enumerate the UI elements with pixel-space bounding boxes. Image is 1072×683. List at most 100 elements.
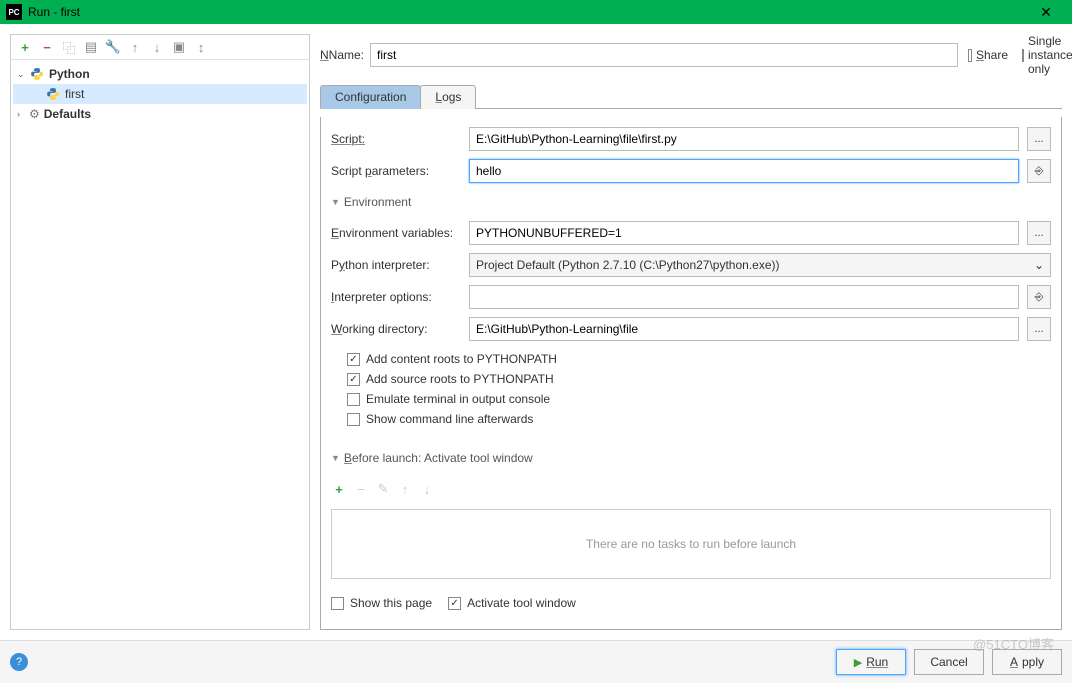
close-icon[interactable]: ✕ xyxy=(1026,0,1066,24)
config-tree: ⌄ Python first › ⚙ Defaults xyxy=(11,60,309,629)
chevron-right-icon[interactable]: › xyxy=(17,109,29,119)
interpreter-select[interactable]: Project Default (Python 2.7.10 (C:\Pytho… xyxy=(469,253,1051,277)
run-button[interactable]: ▶ Run xyxy=(836,649,906,675)
dropdown-icon: ⌄ xyxy=(1034,258,1044,272)
checkbox-icon xyxy=(331,597,344,610)
script-params-label: Script parameters: xyxy=(331,164,461,178)
browse-script-button[interactable]: ... xyxy=(1027,127,1051,151)
play-icon: ▶ xyxy=(854,656,862,669)
tree-label: Python xyxy=(49,67,90,81)
help-button[interactable]: ? xyxy=(10,653,28,671)
checkbox-icon: ✓ xyxy=(347,373,360,386)
edit-task-icon[interactable]: ✎ xyxy=(375,481,391,497)
titlebar: PC Run - first ✕ xyxy=(0,0,1072,24)
environment-section[interactable]: ▼ Environment xyxy=(331,191,1051,213)
tab-logs[interactable]: Logs xyxy=(420,85,476,109)
browse-env-button[interactable]: ... xyxy=(1027,221,1051,245)
collapse-arrow-icon: ▼ xyxy=(331,453,340,463)
left-toolbar: + − ⿻ ▤ 🔧 ↑ ↓ ▣ ↕ xyxy=(11,35,309,60)
env-vars-label: Environment variables: xyxy=(331,226,461,240)
empty-text: There are no tasks to run before launch xyxy=(586,537,796,551)
tasks-empty-box: There are no tasks to run before launch xyxy=(331,509,1051,579)
single-instance-label: Single instance only xyxy=(1028,34,1072,76)
apply-button[interactable]: Apply xyxy=(992,649,1062,675)
checkbox-icon xyxy=(347,393,360,406)
copy-icon[interactable]: ⿻ xyxy=(61,39,77,55)
window-title: Run - first xyxy=(28,5,80,19)
checkbox-icon: ✓ xyxy=(448,597,461,610)
emulate-terminal-label: Emulate terminal in output console xyxy=(366,392,550,406)
interpreter-value: Project Default (Python 2.7.10 (C:\Pytho… xyxy=(476,258,780,272)
remove-task-icon[interactable]: − xyxy=(353,481,369,497)
source-roots-checkbox[interactable]: ✓ Add source roots to PYTHONPATH xyxy=(347,369,1051,389)
launch-toolbar: + − ✎ ↑ ↓ xyxy=(331,477,1051,501)
save-icon[interactable]: ▤ xyxy=(83,39,99,55)
up-icon[interactable]: ↑ xyxy=(127,39,143,55)
activate-window-checkbox[interactable]: ✓ Activate tool window xyxy=(448,593,576,613)
tree-label: first xyxy=(65,87,84,101)
share-label: Share xyxy=(976,48,1008,62)
name-row: NName: Share Single instance only xyxy=(320,34,1062,76)
activate-window-label: Activate tool window xyxy=(467,596,576,610)
checkbox-icon xyxy=(347,413,360,426)
left-panel: + − ⿻ ▤ 🔧 ↑ ↓ ▣ ↕ ⌄ Python first xyxy=(10,34,310,630)
show-page-checkbox[interactable]: Show this page xyxy=(331,593,432,613)
script-label: Script: xyxy=(331,132,461,146)
sort-icon[interactable]: ↕ xyxy=(193,39,209,55)
add-task-icon[interactable]: + xyxy=(331,481,347,497)
dialog-footer: ? ▶ Run Cancel Apply xyxy=(0,640,1072,683)
before-launch-label: Before launch: Activate tool window xyxy=(344,451,533,465)
insert-interp-button[interactable]: ⎆ xyxy=(1027,285,1051,309)
show-cmdline-label: Show command line afterwards xyxy=(366,412,533,426)
tab-bar: Configuration Logs xyxy=(320,84,1062,109)
browse-workdir-button[interactable]: ... xyxy=(1027,317,1051,341)
single-instance-checkbox[interactable]: Single instance only xyxy=(1022,34,1062,76)
task-up-icon[interactable]: ↑ xyxy=(397,481,413,497)
interpreter-label: Python interpreter: xyxy=(331,258,461,272)
add-icon[interactable]: + xyxy=(17,39,33,55)
source-roots-label: Add source roots to PYTHONPATH xyxy=(366,372,554,386)
right-panel: NName: Share Single instance only Config… xyxy=(320,34,1062,630)
wrench-icon[interactable]: 🔧 xyxy=(105,39,121,55)
checkbox-icon: ✓ xyxy=(347,353,360,366)
tree-item-first[interactable]: first xyxy=(13,84,307,104)
name-input[interactable] xyxy=(370,43,958,67)
run-label: Run xyxy=(866,655,888,669)
chevron-down-icon[interactable]: ⌄ xyxy=(17,69,29,80)
app-icon: PC xyxy=(6,4,22,20)
tab-configuration[interactable]: Configuration xyxy=(320,85,421,109)
env-vars-input[interactable] xyxy=(469,221,1019,245)
interp-options-input[interactable] xyxy=(469,285,1019,309)
cancel-button[interactable]: Cancel xyxy=(914,649,984,675)
content-roots-label: Add content roots to PYTHONPATH xyxy=(366,352,557,366)
tree-item-python[interactable]: ⌄ Python xyxy=(13,64,307,84)
launch-footer-checks: Show this page ✓ Activate tool window xyxy=(331,587,1051,619)
down-icon[interactable]: ↓ xyxy=(149,39,165,55)
tree-label: Defaults xyxy=(44,107,91,121)
python-icon xyxy=(45,86,61,102)
script-input[interactable] xyxy=(469,127,1019,151)
task-down-icon[interactable]: ↓ xyxy=(419,481,435,497)
workdir-input[interactable] xyxy=(469,317,1019,341)
content-roots-checkbox[interactable]: ✓ Add content roots to PYTHONPATH xyxy=(347,349,1051,369)
remove-icon[interactable]: − xyxy=(39,39,55,55)
checkbox-icon xyxy=(968,49,972,62)
checkbox-icon xyxy=(1022,49,1024,62)
script-params-input[interactable] xyxy=(469,159,1019,183)
before-launch-section[interactable]: ▼ Before launch: Activate tool window xyxy=(331,447,1051,469)
dialog-body: + − ⿻ ▤ 🔧 ↑ ↓ ▣ ↕ ⌄ Python first xyxy=(0,24,1072,640)
show-cmdline-checkbox[interactable]: Show command line afterwards xyxy=(347,409,1051,429)
folder-icon[interactable]: ▣ xyxy=(171,39,187,55)
emulate-terminal-checkbox[interactable]: Emulate terminal in output console xyxy=(347,389,1051,409)
python-icon xyxy=(29,66,45,82)
wrench-icon: ⚙ xyxy=(29,107,40,121)
insert-macro-button[interactable]: ⎆ xyxy=(1027,159,1051,183)
tree-item-defaults[interactable]: › ⚙ Defaults xyxy=(13,104,307,124)
interp-options-label: Interpreter options: xyxy=(331,290,461,304)
environment-label: Environment xyxy=(344,195,411,209)
config-body: Script: ... Script parameters: ⎆ ▼ Envir… xyxy=(320,117,1062,630)
name-label: NName: xyxy=(320,48,360,62)
workdir-label: Working directory: xyxy=(331,322,461,336)
show-page-label: Show this page xyxy=(350,596,432,610)
share-checkbox[interactable]: Share xyxy=(968,34,1008,76)
